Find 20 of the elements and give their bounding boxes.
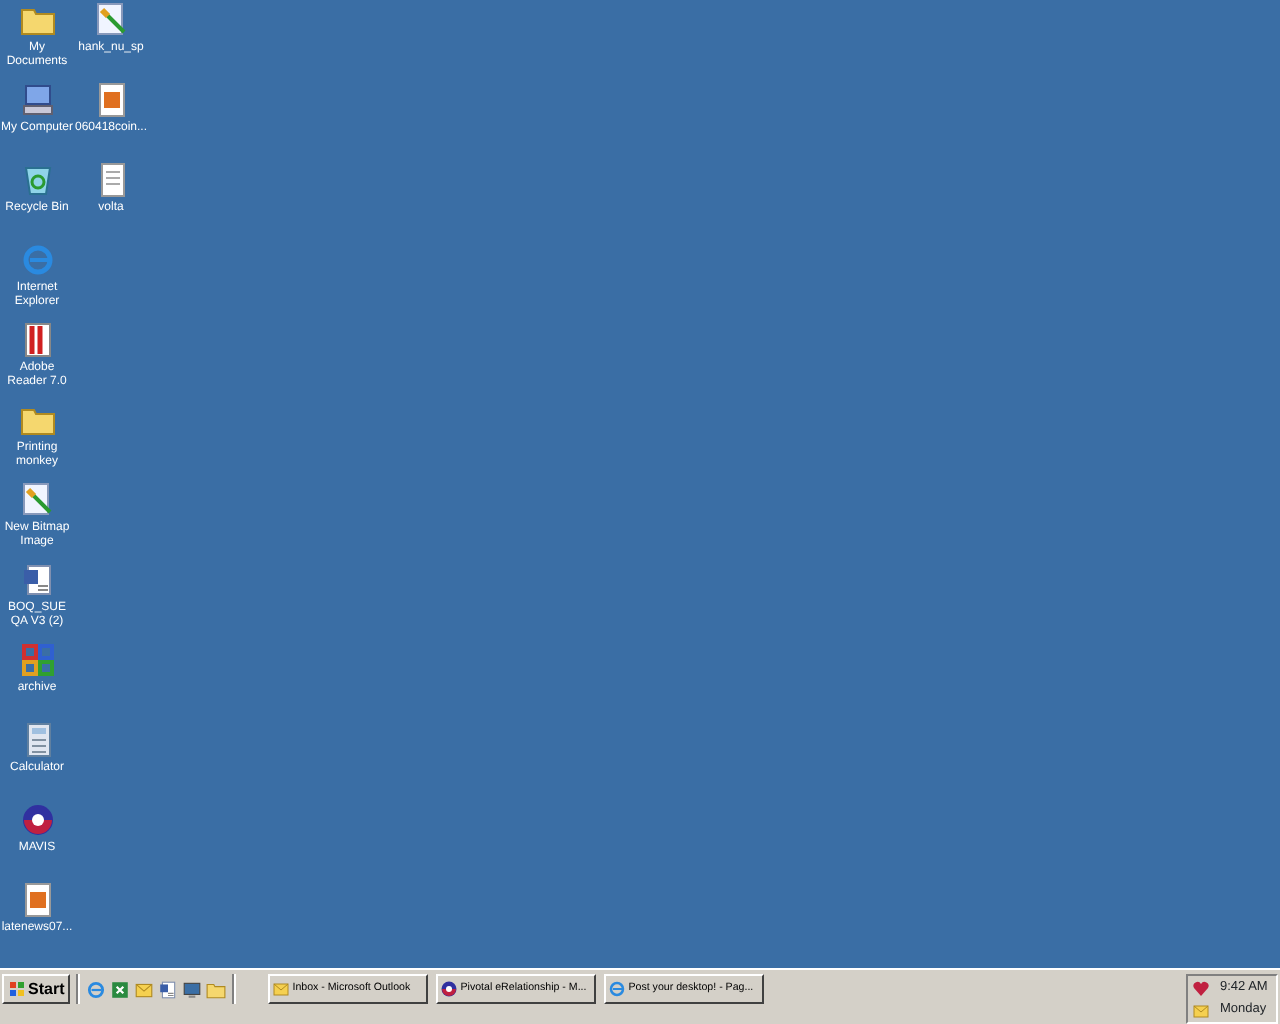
envelope-icon	[272, 980, 291, 998]
document-icon[interactable]	[19, 562, 55, 598]
image-file-icon[interactable]	[19, 882, 55, 918]
start-button[interactable]: Start	[2, 974, 71, 1004]
globe-icon[interactable]	[86, 979, 107, 999]
desktop-icon[interactable]	[182, 979, 203, 999]
windows-flag-icon	[8, 980, 26, 998]
paintbrush-icon[interactable]	[93, 2, 129, 38]
paintbrush-icon[interactable]	[19, 482, 55, 518]
document-icon[interactable]	[19, 322, 55, 358]
document-icon[interactable]	[158, 979, 179, 999]
ball-icon	[440, 980, 459, 998]
recycle-bin-icon[interactable]	[19, 162, 55, 198]
computer-icon[interactable]	[19, 82, 55, 118]
image-file-icon[interactable]	[93, 82, 129, 118]
ball-icon[interactable]	[19, 802, 55, 838]
app-squares-icon[interactable]	[19, 642, 55, 678]
spreadsheet-icon[interactable]	[110, 979, 131, 999]
heart-icon[interactable]	[1192, 979, 1210, 997]
globe-icon	[608, 980, 627, 998]
